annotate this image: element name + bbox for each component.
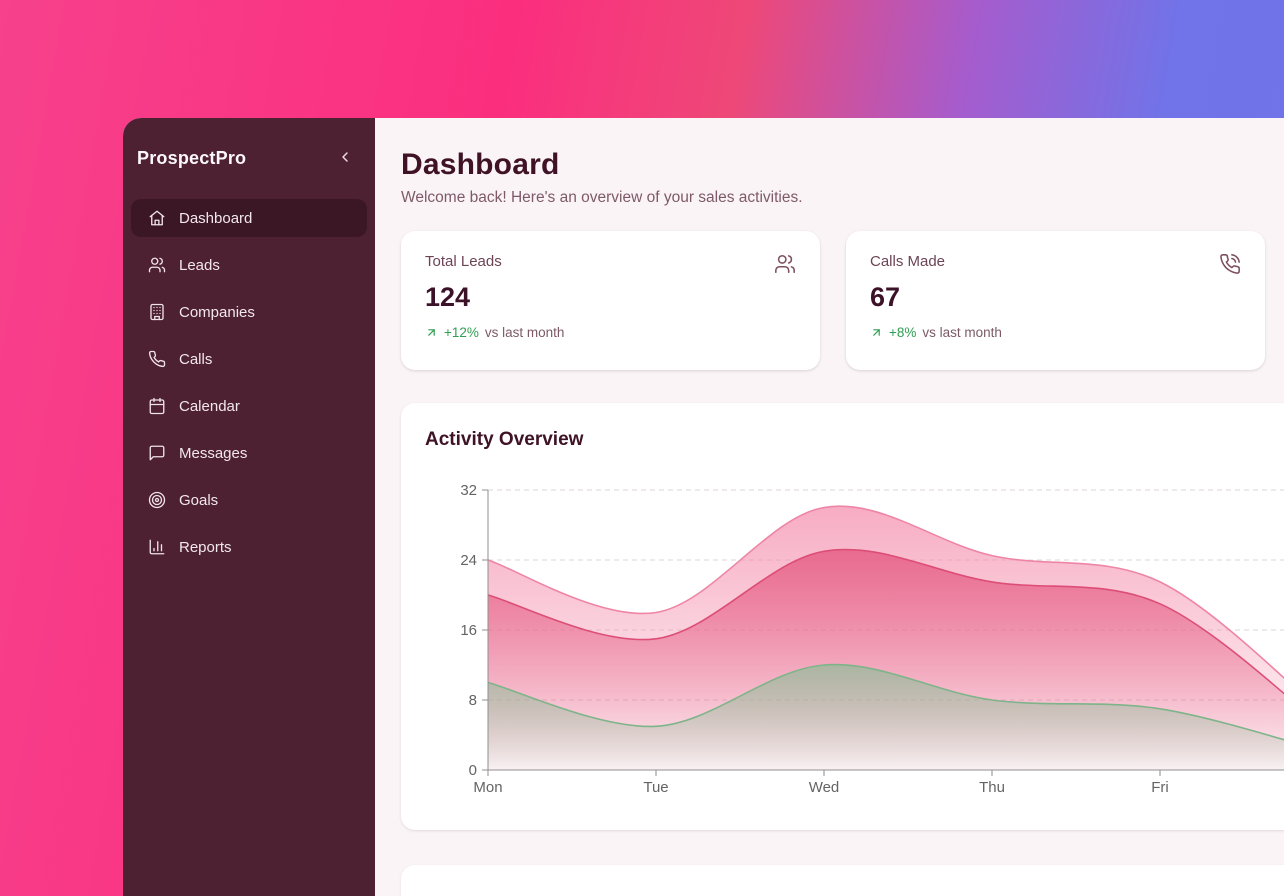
- sidebar-item-messages[interactable]: Messages: [131, 434, 367, 472]
- phone-call-icon: [1219, 253, 1241, 275]
- page-title: Dashboard: [401, 148, 1284, 182]
- sidebar-item-label: Calendar: [179, 398, 240, 415]
- sidebar-header: ProspectPro: [131, 118, 367, 199]
- sidebar-item-label: Calls: [179, 351, 212, 368]
- sidebar-item-dashboard[interactable]: Dashboard: [131, 199, 367, 237]
- stat-trend: +12% vs last month: [425, 325, 796, 340]
- svg-text:8: 8: [469, 692, 477, 709]
- svg-text:Mon: Mon: [473, 779, 502, 796]
- sidebar-item-leads[interactable]: Leads: [131, 246, 367, 284]
- stat-label: Calls Made: [870, 253, 945, 270]
- stat-card-calls-made: Calls Made 67 +8% vs last month: [846, 231, 1265, 370]
- message-square-icon: [148, 444, 166, 462]
- stat-card-top: Total Leads: [425, 253, 796, 275]
- sidebar-item-label: Goals: [179, 492, 218, 509]
- sidebar-item-calls[interactable]: Calls: [131, 340, 367, 378]
- app-window: ProspectPro Dashboard Leads Companies Calls…: [123, 118, 1284, 896]
- sidebar-item-companies[interactable]: Companies: [131, 293, 367, 331]
- svg-text:24: 24: [460, 552, 477, 569]
- sidebar-item-goals[interactable]: Goals: [131, 481, 367, 519]
- page-header: Dashboard Welcome back! Here's an overvi…: [401, 148, 1284, 207]
- sidebar-collapse-button[interactable]: [335, 149, 355, 169]
- next-section-card: [401, 865, 1284, 896]
- main-content: Dashboard Welcome back! Here's an overvi…: [375, 118, 1284, 896]
- trend-suffix: vs last month: [485, 325, 565, 340]
- stats-row: Total Leads 124 +12% vs last month Calls…: [401, 231, 1284, 370]
- trend-value: +12%: [444, 325, 479, 340]
- activity-overview-card: Activity Overview 0 8 16 24 32 Mon Tue Wed Thu Fr…: [401, 403, 1284, 830]
- building-icon: [148, 303, 166, 321]
- stat-label: Total Leads: [425, 253, 502, 270]
- stat-card-total-leads: Total Leads 124 +12% vs last month: [401, 231, 820, 370]
- sidebar-item-label: Reports: [179, 539, 232, 556]
- svg-text:16: 16: [460, 622, 477, 639]
- phone-icon: [148, 350, 166, 368]
- sidebar-item-label: Leads: [179, 257, 220, 274]
- trend-suffix: vs last month: [922, 325, 1002, 340]
- svg-text:0: 0: [469, 762, 477, 779]
- users-icon: [148, 256, 166, 274]
- stat-value: 124: [425, 282, 796, 313]
- sidebar-item-label: Dashboard: [179, 210, 252, 227]
- users-icon: [774, 253, 796, 275]
- sidebar-item-label: Messages: [179, 445, 247, 462]
- house-icon: [148, 209, 166, 227]
- area-chart-svg: 08162432MonTueWedThuFriSat: [425, 479, 1284, 801]
- sidebar-nav: Dashboard Leads Companies Calls Calendar Mess…: [131, 199, 367, 566]
- page-subtitle: Welcome back! Here's an overview of your…: [401, 189, 1284, 207]
- sidebar: ProspectPro Dashboard Leads Companies Calls…: [123, 118, 375, 896]
- activity-chart: 08162432MonTueWedThuFriSat: [425, 479, 1284, 806]
- stat-value: 67: [870, 282, 1241, 313]
- svg-text:Wed: Wed: [809, 779, 840, 796]
- trending-up-icon: [870, 326, 883, 339]
- calendar-icon: [148, 397, 166, 415]
- stat-trend: +8% vs last month: [870, 325, 1241, 340]
- trending-up-icon: [425, 326, 438, 339]
- app-logo: ProspectPro: [137, 148, 246, 169]
- target-icon: [148, 491, 166, 509]
- sidebar-item-label: Companies: [179, 304, 255, 321]
- trend-value: +8%: [889, 325, 916, 340]
- bar-chart-icon: [148, 538, 166, 556]
- chevron-left-icon: [337, 149, 353, 168]
- sidebar-item-calendar[interactable]: Calendar: [131, 387, 367, 425]
- svg-text:32: 32: [460, 482, 477, 499]
- svg-text:Thu: Thu: [979, 779, 1005, 796]
- stat-card-top: Calls Made: [870, 253, 1241, 275]
- svg-text:Tue: Tue: [643, 779, 668, 796]
- sidebar-item-reports[interactable]: Reports: [131, 528, 367, 566]
- svg-text:Fri: Fri: [1151, 779, 1169, 796]
- chart-title: Activity Overview: [425, 429, 1284, 451]
